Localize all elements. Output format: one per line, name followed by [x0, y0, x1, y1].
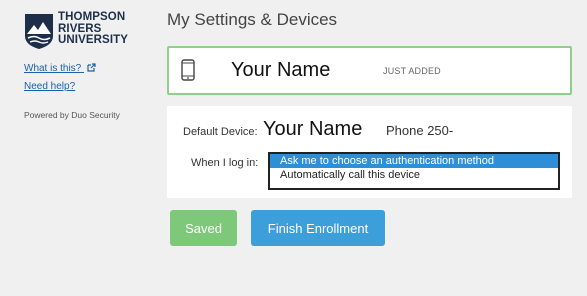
mountain-logo-icon [25, 14, 53, 49]
what-is-this-link[interactable]: What is this? [24, 63, 96, 74]
saved-button[interactable]: Saved [170, 210, 237, 246]
default-device-label: Default Device: [183, 126, 258, 138]
page-title: My Settings & Devices [167, 10, 338, 29]
device-card: Your Name JUST ADDED [167, 46, 572, 95]
logo-text: THOMPSON RIVERS UNIVERSITY [58, 11, 129, 47]
status-badge: JUST ADDED [383, 66, 441, 76]
default-device-phone: Phone 250- [386, 123, 454, 138]
login-method-select[interactable]: Ask me to choose an authentication metho… [268, 152, 560, 190]
option-auto-call[interactable]: Automatically call this device [270, 168, 558, 182]
when-login-label: When I log in: [191, 157, 259, 169]
external-link-icon [87, 63, 96, 72]
phone-icon [181, 59, 195, 81]
logo-line: THOMPSON [58, 11, 126, 23]
sidebar: THOMPSON RIVERS UNIVERSITY What is this?… [0, 0, 160, 296]
logo-line: UNIVERSITY [58, 34, 129, 46]
powered-by-text: Powered by Duo Security [24, 110, 120, 120]
device-name: Your Name [231, 59, 331, 81]
need-help-link[interactable]: Need help? [24, 81, 75, 92]
settings-card: Default Device: Your Name Phone 250- Whe… [167, 106, 572, 198]
option-ask-method[interactable]: Ask me to choose an authentication metho… [270, 154, 558, 168]
default-device-name: Your Name [263, 118, 363, 140]
what-is-this-label: What is this? [24, 63, 82, 74]
finish-enrollment-button[interactable]: Finish Enrollment [251, 210, 385, 246]
tru-logo: THOMPSON RIVERS UNIVERSITY [24, 11, 134, 56]
